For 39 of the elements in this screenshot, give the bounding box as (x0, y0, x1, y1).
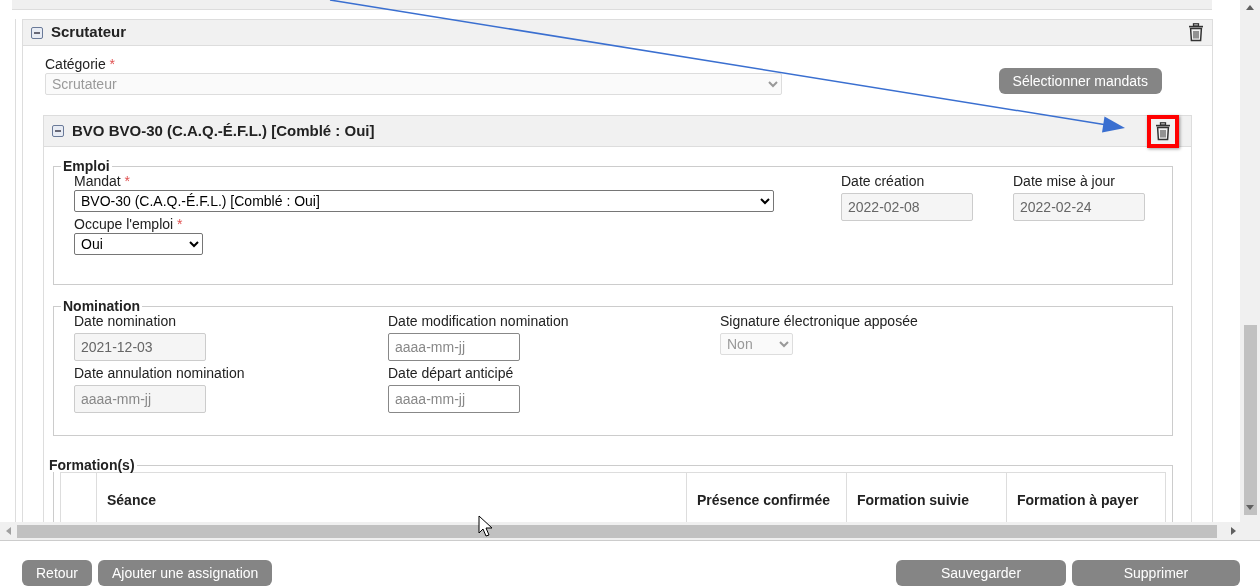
mandate-title: BVO BVO-30 (C.A.Q.-É.F.L.) [Comblé : Oui] (72, 120, 375, 141)
scroll-up-arrow[interactable] (1246, 5, 1254, 10)
field-label: Catégorie (45, 56, 106, 72)
field-label: Mandat (74, 173, 121, 189)
date-field[interactable]: aaaa-mm-jj (388, 333, 520, 361)
select-mandates-button[interactable]: Sélectionner mandats (998, 68, 1162, 94)
scrollbar-thumb[interactable] (17, 525, 1217, 538)
footer-button[interactable]: Supprimer (1072, 560, 1240, 586)
required-asterisk: * (177, 216, 183, 232)
scrollbar-thumb[interactable] (1244, 325, 1257, 515)
date-field[interactable]: aaaa-mm-jj (388, 385, 520, 413)
delete-button[interactable] (1188, 23, 1204, 42)
scroll-down-arrow[interactable] (1246, 505, 1254, 510)
field-label: Date modification nomination (388, 313, 569, 329)
field-label: Date nomination (74, 313, 176, 329)
section-title: Scrutateur (51, 22, 127, 43)
footer-button[interactable]: Retour (22, 560, 93, 586)
required-asterisk: * (124, 173, 131, 189)
required-asterisk: * (109, 56, 116, 72)
field-label: Date annulation nomination (74, 365, 245, 381)
collapse-icon[interactable] (52, 125, 64, 137)
fieldset-legend: Emploi (61, 159, 112, 173)
field-label: Occupe l'emploi (74, 216, 174, 232)
field-label: Date création (841, 173, 925, 189)
field-label: Date départ anticipé (388, 365, 514, 381)
delete-button[interactable] (1147, 114, 1179, 148)
footer-button[interactable]: Ajouter une assignation (98, 560, 273, 586)
vertical-scrollbar[interactable] (1240, 0, 1260, 522)
footer-button[interactable]: Sauvegarder (896, 560, 1066, 586)
trash-icon (1155, 121, 1171, 141)
select-field[interactable]: BVO-30 (C.A.Q.-É.F.L.) [Comblé : Oui] (74, 190, 774, 212)
horizontal-scrollbar[interactable] (0, 522, 1240, 540)
trash-icon (1188, 23, 1204, 42)
fieldset-legend: Nomination (61, 299, 142, 313)
field-label: Date mise à jour (1013, 173, 1115, 189)
field-label: Signature électronique apposée (720, 313, 918, 329)
collapse-icon[interactable] (31, 26, 43, 39)
select-field[interactable]: Oui (74, 233, 203, 255)
fieldset-legend: Formation(s) (47, 458, 137, 472)
